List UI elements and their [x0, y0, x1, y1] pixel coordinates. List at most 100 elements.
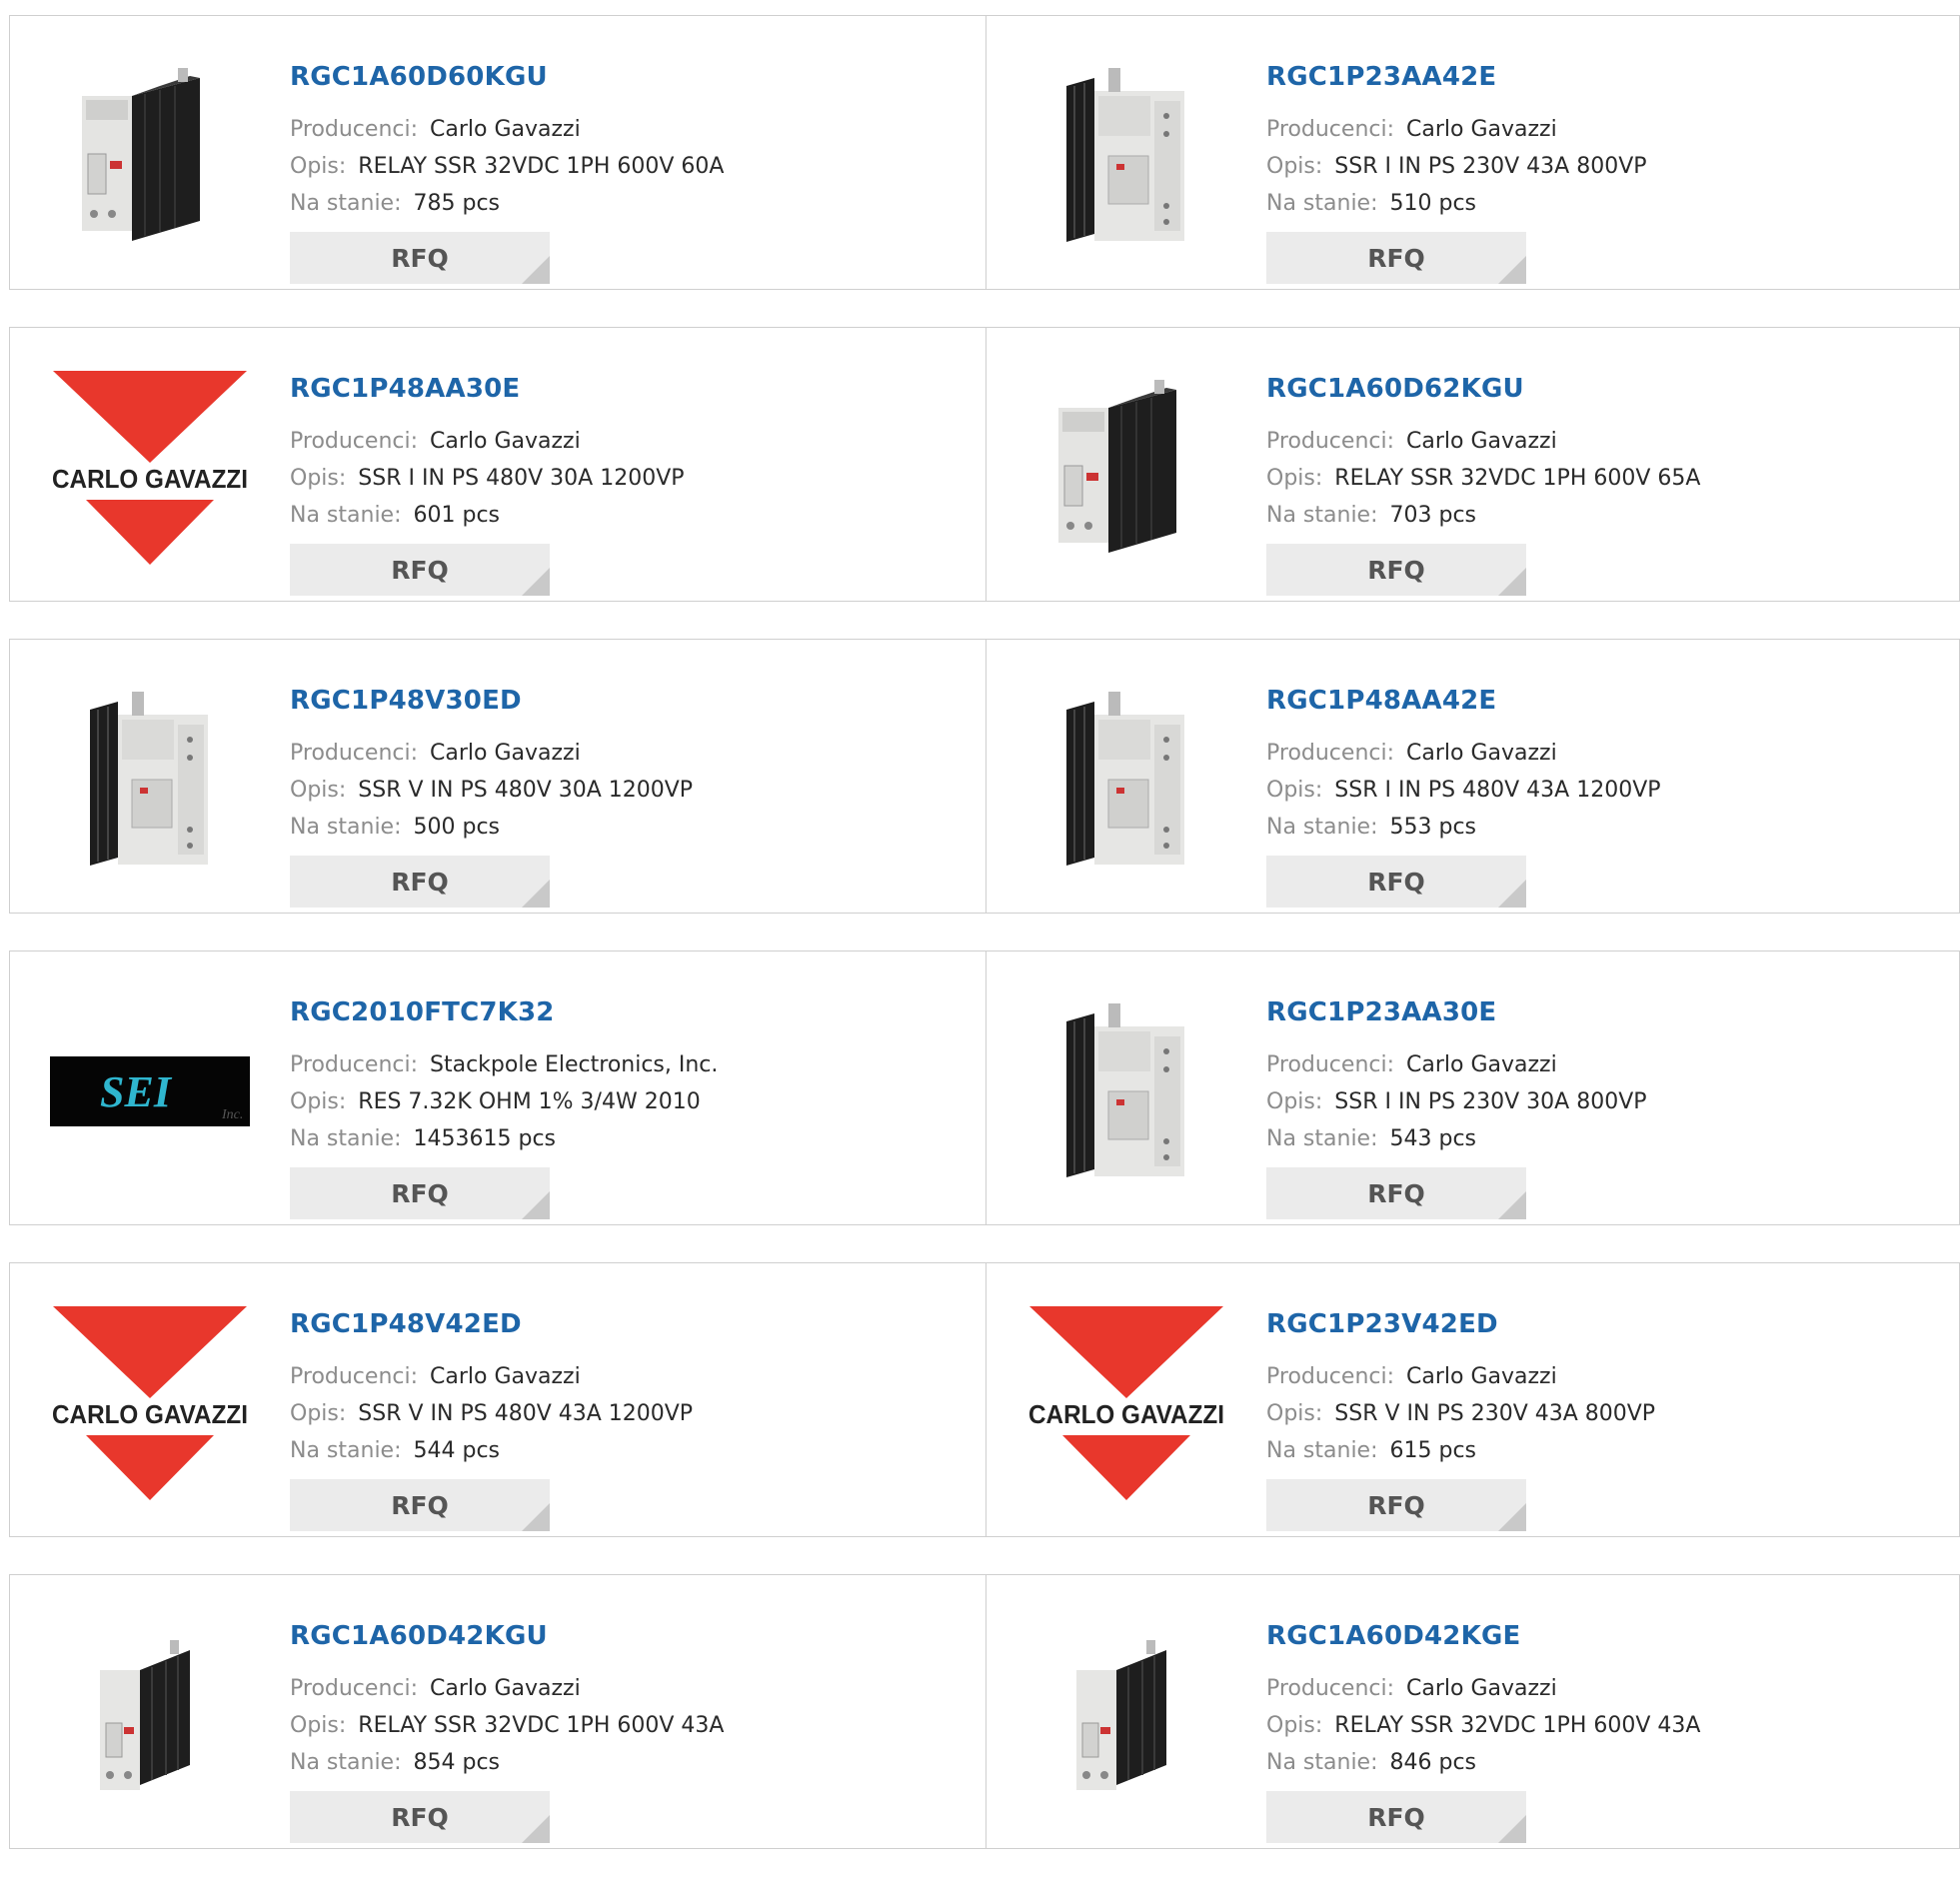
- logo-text: CARLO GAVAZZI: [1028, 1399, 1224, 1429]
- description-row: Opis: SSR V IN PS 230V 43A 800VP: [1266, 1395, 1655, 1432]
- product-image[interactable]: [50, 56, 250, 256]
- part-number-link[interactable]: RGC1P23AA30E: [1266, 997, 1647, 1027]
- description-value: SSR I IN PS 230V 30A 800VP: [1334, 1089, 1647, 1114]
- product-row: RGC1A60D60KGU Producenci: Carlo Gavazzi O…: [9, 15, 1960, 290]
- stock-value: 785 pcs: [413, 191, 501, 216]
- rfq-button[interactable]: RFQ: [290, 232, 550, 284]
- manufacturer-row: Producenci: Carlo Gavazzi: [290, 1670, 724, 1707]
- part-number-link[interactable]: RGC1P23V42ED: [1266, 1309, 1655, 1339]
- product-row: CARLO GAVAZZI RGC1P48V42ED Producenci: Ca…: [9, 1262, 1960, 1537]
- part-number-link[interactable]: RGC1P48V30ED: [290, 686, 693, 716]
- manufacturer-row: Producenci: Carlo Gavazzi: [1266, 111, 1647, 148]
- product-row: CARLO GAVAZZI RGC1P48AA30E Producenci: Ca…: [9, 327, 1960, 602]
- rfq-button[interactable]: RFQ: [290, 1479, 550, 1531]
- description-value: SSR V IN PS 480V 43A 1200VP: [358, 1401, 694, 1426]
- logo-text: CARLO GAVAZZI: [52, 1399, 248, 1429]
- rfq-button[interactable]: RFQ: [290, 1167, 550, 1219]
- stock-value: 854 pcs: [413, 1750, 501, 1775]
- stock-value: 601 pcs: [413, 503, 501, 528]
- carlo-gavazzi-logo[interactable]: CARLO GAVAZZI: [50, 368, 250, 568]
- stock-value: 703 pcs: [1389, 503, 1477, 528]
- description-value: RELAY SSR 32VDC 1PH 600V 65A: [1334, 466, 1701, 491]
- description-label: Opis:: [1266, 778, 1323, 803]
- manufacturer-value: Stackpole Electronics, Inc.: [430, 1052, 719, 1077]
- manufacturer-row: Producenci: Carlo Gavazzi: [1266, 1046, 1647, 1083]
- part-number-link[interactable]: RGC1A60D42KGU: [290, 1621, 724, 1651]
- product-image[interactable]: [1026, 1615, 1226, 1815]
- part-number-link[interactable]: RGC1P48V42ED: [290, 1309, 693, 1339]
- part-number-link[interactable]: RGC1A60D60KGU: [290, 62, 724, 92]
- product-card: CARLO GAVAZZI RGC1P48V42ED Producenci: Ca…: [9, 1262, 986, 1537]
- stock-label: Na stanie:: [290, 191, 402, 216]
- product-image[interactable]: [50, 680, 250, 880]
- rfq-button[interactable]: RFQ: [1266, 856, 1526, 908]
- product-image[interactable]: [50, 1615, 250, 1815]
- manufacturer-label: Producenci:: [290, 1676, 419, 1701]
- product-card: RGC1A60D60KGU Producenci: Carlo Gavazzi O…: [9, 15, 986, 290]
- product-card: SEI Inc. RGC2010FTC7K32 Producenci: Stack…: [9, 950, 986, 1225]
- carlo-gavazzi-logo[interactable]: CARLO GAVAZZI: [1026, 1303, 1226, 1503]
- description-label: Opis:: [290, 1089, 347, 1114]
- manufacturer-row: Producenci: Carlo Gavazzi: [290, 1358, 693, 1395]
- stock-label: Na stanie:: [1266, 1438, 1378, 1463]
- description-label: Opis:: [290, 466, 347, 491]
- stock-value: 544 pcs: [413, 1438, 501, 1463]
- manufacturer-value: Carlo Gavazzi: [1406, 1052, 1557, 1077]
- part-number-link[interactable]: RGC1P23AA42E: [1266, 62, 1647, 92]
- product-info: RGC1P23V42ED Producenci: Carlo Gavazzi Op…: [1266, 1293, 1655, 1531]
- description-row: Opis: RELAY SSR 32VDC 1PH 600V 65A: [1266, 460, 1700, 497]
- stock-row: Na stanie: 543 pcs: [1266, 1120, 1647, 1157]
- product-image[interactable]: [1026, 680, 1226, 880]
- part-number-link[interactable]: RGC2010FTC7K32: [290, 997, 718, 1027]
- rfq-button[interactable]: RFQ: [1266, 1479, 1526, 1531]
- manufacturer-label: Producenci:: [1266, 429, 1395, 454]
- product-card: RGC1A60D62KGU Producenci: Carlo Gavazzi O…: [986, 327, 1960, 602]
- part-number-link[interactable]: RGC1P48AA42E: [1266, 686, 1661, 716]
- stock-label: Na stanie:: [1266, 815, 1378, 840]
- manufacturer-label: Producenci:: [290, 1052, 419, 1077]
- product-image[interactable]: [1026, 368, 1226, 568]
- manufacturer-row: Producenci: Stackpole Electronics, Inc.: [290, 1046, 718, 1083]
- product-card: CARLO GAVAZZI RGC1P48AA30E Producenci: Ca…: [9, 327, 986, 602]
- rfq-button[interactable]: RFQ: [290, 1791, 550, 1843]
- rfq-button[interactable]: RFQ: [290, 856, 550, 908]
- product-info: RGC1A60D42KGE Producenci: Carlo Gavazzi O…: [1266, 1605, 1700, 1843]
- rfq-button[interactable]: RFQ: [1266, 1167, 1526, 1219]
- carlo-gavazzi-logo[interactable]: CARLO GAVAZZI: [50, 1303, 250, 1503]
- product-info: RGC1P23AA30E Producenci: Carlo Gavazzi Op…: [1266, 981, 1647, 1219]
- rfq-button[interactable]: RFQ: [1266, 544, 1526, 596]
- manufacturer-row: Producenci: Carlo Gavazzi: [290, 423, 685, 460]
- description-label: Opis:: [1266, 1089, 1323, 1114]
- sei-logo[interactable]: SEI Inc.: [50, 991, 250, 1191]
- description-value: RELAY SSR 32VDC 1PH 600V 60A: [358, 154, 725, 179]
- stock-row: Na stanie: 785 pcs: [290, 185, 724, 222]
- rfq-button[interactable]: RFQ: [290, 544, 550, 596]
- product-card: RGC1P23AA30E Producenci: Carlo Gavazzi Op…: [986, 950, 1960, 1225]
- stock-row: Na stanie: 846 pcs: [1266, 1744, 1700, 1781]
- product-card: RGC1P48V30ED Producenci: Carlo Gavazzi Op…: [9, 639, 986, 914]
- manufacturer-value: Carlo Gavazzi: [430, 1364, 581, 1389]
- description-label: Opis:: [290, 154, 347, 179]
- stock-label: Na stanie:: [290, 503, 402, 528]
- stock-row: Na stanie: 1453615 pcs: [290, 1120, 718, 1157]
- stock-value: 1453615 pcs: [413, 1126, 557, 1151]
- description-value: SSR I IN PS 480V 30A 1200VP: [358, 466, 685, 491]
- stock-row: Na stanie: 854 pcs: [290, 1744, 724, 1781]
- description-value: SSR I IN PS 480V 43A 1200VP: [1334, 778, 1661, 803]
- manufacturer-label: Producenci:: [290, 1364, 419, 1389]
- product-card: CARLO GAVAZZI RGC1P23V42ED Producenci: Ca…: [986, 1262, 1960, 1537]
- stock-row: Na stanie: 601 pcs: [290, 497, 685, 534]
- rfq-button[interactable]: RFQ: [1266, 232, 1526, 284]
- manufacturer-value: Carlo Gavazzi: [1406, 429, 1557, 454]
- manufacturer-value: Carlo Gavazzi: [430, 117, 581, 142]
- part-number-link[interactable]: RGC1A60D62KGU: [1266, 374, 1700, 404]
- description-row: Opis: RELAY SSR 32VDC 1PH 600V 60A: [290, 148, 724, 185]
- part-number-link[interactable]: RGC1P48AA30E: [290, 374, 685, 404]
- rfq-button[interactable]: RFQ: [1266, 1791, 1526, 1843]
- description-label: Opis:: [1266, 1401, 1323, 1426]
- part-number-link[interactable]: RGC1A60D42KGE: [1266, 1621, 1700, 1651]
- product-image[interactable]: [1026, 991, 1226, 1191]
- product-card: RGC1P23AA42E Producenci: Carlo Gavazzi Op…: [986, 15, 1960, 290]
- stock-value: 500 pcs: [413, 815, 501, 840]
- product-image[interactable]: [1026, 56, 1226, 256]
